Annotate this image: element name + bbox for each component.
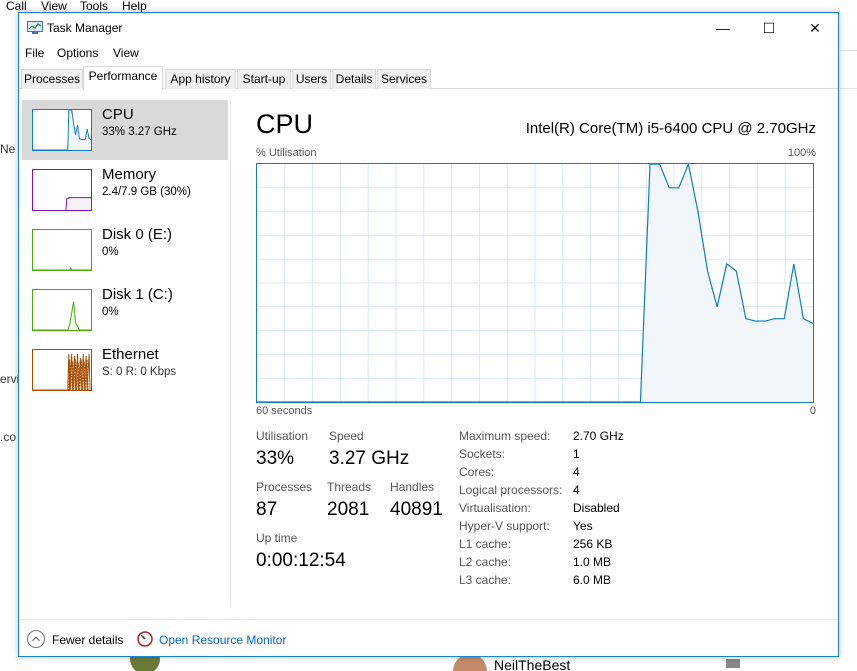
bg-fragment-2: ervi [0, 372, 20, 386]
resource-monitor-icon[interactable] [137, 631, 153, 647]
sidebar-memory-value: 2.4/7.9 GB (30%) [102, 186, 191, 198]
bg-divider [840, 88, 857, 89]
menu-view[interactable]: View [113, 46, 139, 60]
sidebar-disk1-label: Disk 1 (C:) [102, 286, 173, 303]
menu-file[interactable]: File [25, 46, 44, 60]
sidebar-disk0-value: 0% [102, 246, 119, 258]
close-icon: ✕ [809, 19, 821, 36]
tab-app-history[interactable]: App history [165, 69, 236, 89]
memory-thumbnail-graph [32, 169, 92, 211]
bg-fragment-3: .co [0, 430, 17, 444]
handles-label: Handles [390, 480, 435, 494]
spec-value: Yes [573, 519, 593, 533]
spec-value: 6.0 MB [573, 573, 612, 587]
spec-label: Logical processors: [459, 483, 563, 497]
sidebar-item-cpu[interactable]: CPU 33% 3.27 GHz [22, 100, 228, 160]
close-button[interactable]: ✕ [792, 13, 838, 43]
sidebar-divider [230, 102, 231, 607]
threads-value: 2081 [327, 499, 370, 520]
graph-y-max: 100% [787, 147, 816, 159]
bg-divider [840, 50, 857, 51]
bg-fragment-1: Ne [0, 142, 16, 156]
menu-bar: File Options View [19, 45, 838, 65]
menu-options[interactable]: Options [57, 46, 98, 60]
speed-label: Speed [329, 429, 364, 443]
speed-value: 3.27 GHz [329, 448, 410, 469]
spec-value: 1.0 MB [573, 555, 612, 569]
task-manager-icon [27, 21, 43, 34]
graph-x-label: 60 seconds [256, 405, 313, 417]
window-title: Task Manager [47, 21, 123, 35]
video-call-icon[interactable] [726, 659, 740, 668]
fewer-details-button[interactable]: Fewer details [52, 633, 123, 647]
spec-label: Sockets: [459, 447, 506, 461]
maximize-button[interactable]: ☐ [746, 13, 792, 43]
spec-label: Virtualisation: [459, 501, 531, 515]
sidebar-disk0-label: Disk 0 (E:) [102, 226, 173, 243]
ethernet-thumbnail-graph [32, 349, 92, 391]
spec-value: 2.70 GHz [573, 429, 624, 443]
spec-label: L2 cache: [459, 555, 512, 569]
tab-bar: Processes Performance App history Start-… [19, 66, 838, 90]
sidebar-ethernet-label: Ethernet [102, 346, 159, 363]
tab-processes[interactable]: Processes [21, 69, 83, 89]
sidebar-cpu-value: 33% 3.27 GHz [102, 126, 177, 138]
spec-value: 256 KB [573, 537, 613, 551]
uptime-value: 0:00:12:54 [256, 550, 346, 571]
spec-label: Cores: [459, 465, 495, 479]
chevron-up-icon[interactable] [27, 630, 45, 648]
processes-label: Processes [256, 480, 313, 494]
disk0-thumbnail-graph [32, 229, 92, 271]
handles-value: 40891 [390, 499, 443, 520]
uptime-label: Up time [256, 531, 298, 545]
sidebar-item-disk0[interactable]: Disk 0 (E:) 0% [22, 220, 228, 280]
sidebar-item-ethernet[interactable]: Ethernet S: 0 R: 0 Kbps [22, 340, 228, 400]
tab-startup[interactable]: Start-up [237, 69, 291, 89]
tab-details[interactable]: Details [332, 69, 376, 89]
sidebar-disk1-value: 0% [102, 306, 119, 318]
spec-label: L1 cache: [459, 537, 512, 551]
spec-value: 4 [573, 465, 580, 479]
spec-value: Disabled [573, 501, 620, 515]
threads-label: Threads [327, 480, 372, 494]
spec-label: Maximum speed: [459, 429, 551, 443]
minimize-icon: — [716, 20, 730, 36]
processes-value: 87 [256, 499, 278, 520]
open-resource-monitor-link[interactable]: Open Resource Monitor [159, 633, 286, 647]
graph-x-min: 0 [809, 405, 816, 417]
utilisation-label: Utilisation [256, 429, 309, 443]
graph-y-label: % Utilisation [256, 147, 317, 159]
bg-contact-name: NeilTheBest [494, 657, 571, 671]
sidebar-ethernet-value: S: 0 R: 0 Kbps [102, 366, 177, 378]
spec-label: Hyper-V support: [459, 519, 550, 533]
cpu-thumbnail-graph [32, 109, 92, 151]
sidebar-cpu-label: CPU [102, 106, 134, 123]
page-title: CPU [256, 109, 314, 139]
title-bar[interactable]: Task Manager — ☐ ✕ [19, 13, 838, 43]
disk1-thumbnail-graph [32, 289, 92, 331]
minimize-button[interactable]: — [700, 13, 746, 43]
utilisation-value: 33% [256, 448, 295, 469]
spec-label: L3 cache: [459, 573, 512, 587]
performance-content: CPU 33% 3.27 GHz Memory 2.4/7.9 GB (30%)… [19, 90, 838, 617]
processor-name: Intel(R) Core(TM) i5-6400 CPU @ 2.70GHz [525, 120, 816, 137]
sidebar-item-disk1[interactable]: Disk 1 (C:) 0% [22, 280, 228, 340]
tab-users[interactable]: Users [292, 69, 331, 89]
footer-bar: Fewer details Open Resource Monitor [19, 619, 838, 657]
task-manager-window: Task Manager — ☐ ✕ File Options View Pro… [18, 12, 839, 657]
cpu-utilisation-graph [256, 163, 814, 403]
spec-value: 1 [573, 447, 580, 461]
tab-performance[interactable]: Performance [83, 66, 163, 90]
spec-value: 4 [573, 483, 580, 497]
sidebar-memory-label: Memory [102, 166, 157, 183]
tab-services[interactable]: Services [377, 69, 431, 89]
maximize-icon: ☐ [762, 19, 776, 36]
sidebar-item-memory[interactable]: Memory 2.4/7.9 GB (30%) [22, 160, 228, 220]
